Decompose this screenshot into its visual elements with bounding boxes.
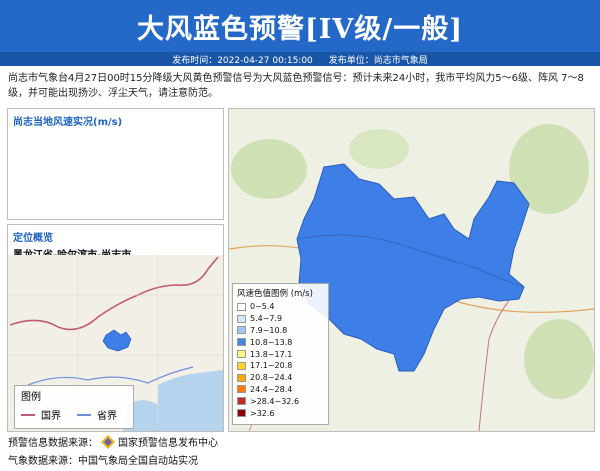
wind-speed-panel: 尚志当地风速实况(m/s) — [7, 108, 224, 220]
publish-unit: 发布单位：尚志市气象局 — [328, 55, 428, 66]
legend-item: 10.8~13.8 — [237, 336, 328, 348]
province-border-swatch — [77, 413, 91, 416]
weather-source-label: 气象数据来源：中国气象局全国自动站实况 — [8, 456, 198, 467]
warning-source-org[interactable]: 国家预警信息发布中心 — [118, 434, 218, 449]
legend-item: >32.6 — [237, 407, 328, 419]
national-border-label: 国界 — [41, 411, 61, 422]
warning-source-line: 预警信息数据来源： 国家预警信息发布中心 — [8, 434, 218, 449]
legend-item: >28.4~32.6 — [237, 395, 328, 407]
wind-color-legend: 风速色值图例 (m/s) 0~5.4 5.4~7.9 7.9~10.8 10.8… — [232, 283, 329, 425]
publish-time: 发布时间：2022-04-27 00:15:00 — [172, 55, 313, 66]
legend-item: 17.1~20.8 — [237, 360, 328, 372]
weather-source-line: 气象数据来源：中国气象局全国自动站实况 — [8, 452, 198, 467]
locator-legend-title: 图例 — [21, 392, 41, 403]
national-border-swatch — [21, 413, 35, 416]
legend-item: 13.8~17.1 — [237, 348, 328, 360]
locator-panel: 定位概览 黑龙江省-哈尔滨市-尚志市 图例 国界 省界 — [7, 224, 224, 432]
warning-description: 尚志市气象台4月27日00时15分降级大风黄色预警信号为大风蓝色预警信号：预计未… — [8, 73, 584, 99]
legend-item: 0~5.4 — [237, 301, 328, 313]
publish-center-logo-icon — [101, 434, 115, 449]
wind-legend-title: 风速色值图例 (m/s) — [237, 289, 313, 299]
warning-banner: 大风蓝色预警[IV级/一般] — [0, 0, 600, 52]
legend-item: 24.4~28.4 — [237, 384, 328, 396]
publish-info-bar: 发布时间：2022-04-27 00:15:00 发布单位：尚志市气象局 — [0, 52, 600, 66]
warning-title: 大风蓝色预警[IV级/一般] — [137, 13, 463, 45]
legend-item: 7.9~10.8 — [237, 325, 328, 337]
warning-source-label: 预警信息数据来源： — [8, 438, 98, 449]
wind-speed-title: 尚志当地风速实况(m/s) — [13, 117, 123, 128]
legend-item: 5.4~7.9 — [237, 313, 328, 325]
legend-item: 20.8~24.4 — [237, 372, 328, 384]
province-border-label: 省界 — [97, 411, 117, 422]
locator-title: 定位概览 — [13, 233, 53, 244]
locator-legend: 图例 国界 省界 — [14, 385, 134, 429]
